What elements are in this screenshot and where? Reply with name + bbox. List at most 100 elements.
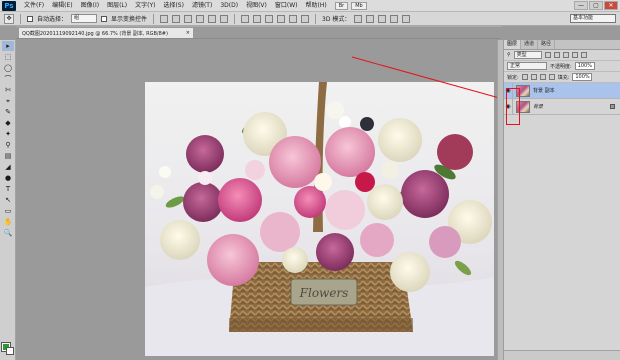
align-bottom-icon[interactable] [184,14,193,23]
auto-select-checkbox[interactable] [27,15,33,22]
adjustment-filter-icon[interactable] [553,52,560,58]
3d-mode-label: 3D 模式： [322,16,351,23]
shape-tool-icon[interactable]: ▭ [2,206,14,216]
type-tool-icon[interactable]: T [2,184,14,194]
menu-bar: Ps 文件(F) 编辑(E) 图像(I) 图层(L) 文字(Y) 选择(S) 滤… [0,0,620,12]
align-top-icon[interactable] [160,14,169,23]
lock-row: 锁定: 填充: 100% [504,72,620,83]
panel-tabs: 图层 通道 路径 [504,40,620,50]
distribute-bottom-icon[interactable] [265,14,274,23]
bridge-button[interactable]: Br [334,1,349,10]
menu-edit[interactable]: 编辑(E) [48,0,76,12]
menu-file[interactable]: 文件(F) [20,0,48,12]
menu-mini-tools: Br Mb [334,1,367,10]
window-controls: — ▢ ✕ [574,1,620,10]
shape-filter-icon[interactable] [571,52,578,58]
3d-slide-icon[interactable] [390,14,399,23]
distribute-right-icon[interactable] [301,14,310,23]
photoshop-logo: Ps [2,0,16,11]
layer-row-background-copy[interactable]: ◉ 背景 副本 [504,82,620,99]
clone-stamp-tool-icon[interactable]: ◆ [2,118,14,128]
workspace-dropdown[interactable]: 基本功能 [570,14,616,23]
lock-all-icon[interactable] [548,74,555,80]
menu-help[interactable]: 帮助(H) [302,0,331,12]
separator [234,13,236,24]
move-tool-icon[interactable]: ▸ [2,41,14,51]
separator [315,13,317,24]
minimize-button[interactable]: — [574,1,588,10]
separator [20,13,21,24]
crop-tool-icon[interactable]: ✄ [2,85,14,95]
basket-label-text: Flowers [299,286,349,300]
smart-object-filter-icon[interactable] [580,52,587,58]
show-transform-checkbox[interactable] [101,15,108,22]
visibility-eye-icon[interactable]: ◉ [504,82,513,99]
menu-layer[interactable]: 图层(L) [103,0,131,12]
lock-position-icon[interactable] [539,74,546,80]
blur-tool-icon[interactable]: ◢ [2,162,14,172]
layer-name: 背景 [533,104,544,110]
marquee-tool-icon[interactable]: ⬚ [2,52,14,62]
align-hcenter-icon[interactable] [208,14,217,23]
close-button[interactable]: ✕ [604,1,618,10]
visibility-eye-icon[interactable]: ◉ [504,98,513,115]
blend-row: 正常 不透明度: 100% [504,61,620,72]
blend-mode-dropdown[interactable]: 正常 [507,62,547,70]
maximize-button[interactable]: ▢ [589,1,603,10]
lock-image-icon[interactable] [530,74,537,80]
brush-tool-icon[interactable]: ✎ [2,107,14,117]
hand-tool-icon[interactable]: ✋ [2,217,14,227]
quick-select-tool-icon[interactable]: ⌒ [2,74,14,84]
zoom-tool-icon[interactable]: 🔍 [2,228,14,238]
3d-roll-icon[interactable] [366,14,375,23]
align-left-icon[interactable] [196,14,205,23]
close-tab-icon[interactable]: × [186,30,190,36]
eraser-tool-icon[interactable]: ⚲ [2,140,14,150]
3d-rotate-icon[interactable] [354,14,363,23]
pixel-filter-icon[interactable] [544,52,551,58]
tab-paths[interactable]: 路径 [538,40,556,49]
align-right-icon[interactable] [220,14,229,23]
lock-icon [610,104,615,109]
lasso-tool-icon[interactable]: ◯ [2,63,14,73]
menu-window[interactable]: 窗口(W) [271,0,302,12]
minibridge-button[interactable]: Mb [351,1,367,10]
fill-input[interactable]: 100% [572,73,593,81]
distribute-vcenter-icon[interactable] [253,14,262,23]
distribute-left-icon[interactable] [277,14,286,23]
menu-type[interactable]: 文字(Y) [131,0,159,12]
distribute-top-icon[interactable] [241,14,250,23]
background-color-swatch[interactable] [6,347,14,355]
layer-kind-dropdown[interactable]: 类型 [513,51,542,59]
lock-transparent-icon[interactable] [521,74,528,80]
tab-channels[interactable]: 通道 [521,40,539,49]
layer-row-background[interactable]: ◉ 背景 [504,98,620,115]
document-canvas[interactable]: Flowers [145,82,494,356]
auto-select-label: 自动选择： [37,16,68,23]
layer-thumbnail [516,100,530,113]
menu-3d[interactable]: 3D(D) [216,0,242,12]
align-vcenter-icon[interactable] [172,14,181,23]
path-select-tool-icon[interactable]: ↖ [2,195,14,205]
menu-view[interactable]: 视图(V) [242,0,271,12]
layers-panel: 图层 通道 路径 ⚲ 类型 正常 不透明度: 100% 锁定: 填充: 100%… [503,40,620,360]
opacity-label: 不透明度: [550,63,572,70]
tab-layers[interactable]: 图层 [504,40,522,49]
eyedropper-tool-icon[interactable]: ⌖ [2,96,14,106]
menu-image[interactable]: 图像(I) [77,0,103,12]
distribute-hcenter-icon[interactable] [289,14,298,23]
auto-select-dropdown[interactable]: 组 [71,14,98,23]
history-brush-tool-icon[interactable]: ✦ [2,129,14,139]
3d-drag-icon[interactable] [378,14,387,23]
type-filter-icon[interactable] [562,52,569,58]
menu-select[interactable]: 选择(S) [159,0,188,12]
dodge-tool-icon[interactable]: ● [2,173,14,183]
menu-filter[interactable]: 滤镜(T) [188,0,216,12]
document-title: QQ截图20201119092140.jpg @ 66.7% (背景 副本, R… [22,30,168,37]
gradient-tool-icon[interactable]: ▤ [2,151,14,161]
3d-scale-icon[interactable] [402,14,411,23]
document-tab[interactable]: QQ截图20201119092140.jpg @ 66.7% (背景 副本, R… [18,27,194,38]
move-tool-icon[interactable]: ✥ [4,13,14,24]
separator [153,13,155,24]
opacity-input[interactable]: 100% [574,62,595,70]
